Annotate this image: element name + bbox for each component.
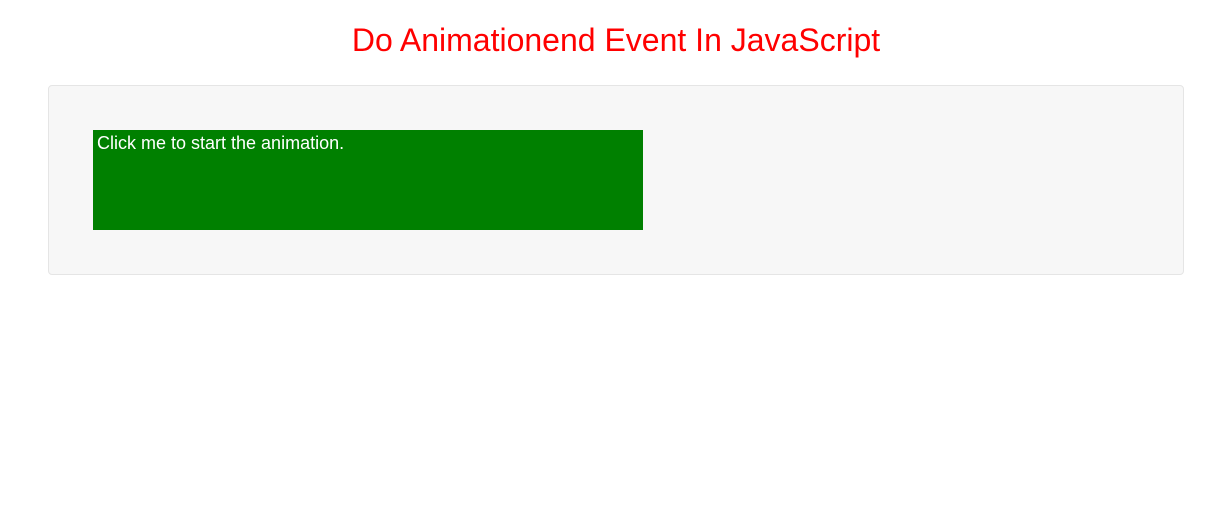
animation-trigger-box[interactable]: Click me to start the animation. xyxy=(93,130,643,230)
demo-panel: Click me to start the animation. xyxy=(48,85,1184,275)
page-title: Do Animationend Event In JavaScript xyxy=(0,0,1232,85)
